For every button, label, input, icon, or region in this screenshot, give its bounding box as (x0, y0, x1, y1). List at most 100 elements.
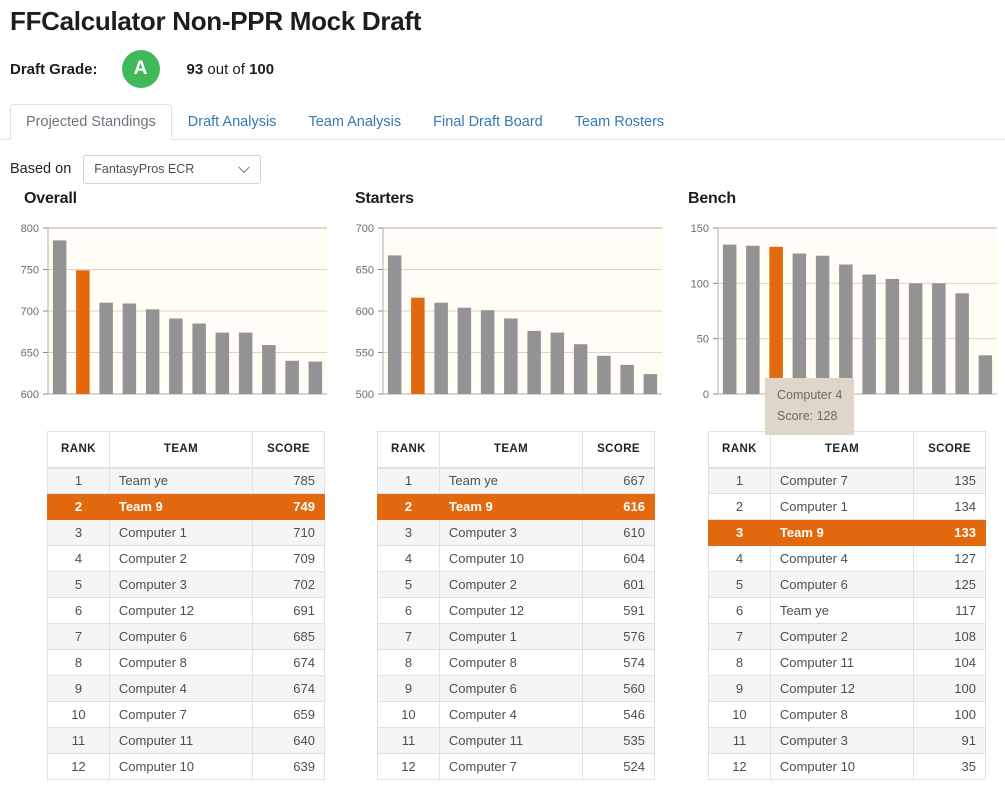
table-header-row: RANK TEAM SCORE (47, 431, 325, 469)
table-row[interactable]: 2 Team 9 749 (47, 493, 325, 520)
table-row[interactable]: 3 Team 9 133 (708, 519, 986, 546)
table-row[interactable]: 8 Computer 11 104 (708, 649, 986, 676)
bar-computer-10[interactable] (308, 361, 323, 394)
table-row[interactable]: 6 Computer 12 591 (377, 597, 655, 624)
column-header-score[interactable]: SCORE (252, 431, 325, 469)
tab-final-draft-board[interactable]: Final Draft Board (417, 104, 559, 140)
bar-computer-10[interactable] (978, 355, 993, 394)
table-row[interactable]: 2 Computer 1 134 (708, 493, 986, 520)
grade-out-of-word: out of (207, 60, 245, 78)
bar-computer-12[interactable] (169, 318, 183, 395)
bar-computer-6[interactable] (573, 344, 588, 394)
table-row[interactable]: 6 Computer 12 691 (47, 597, 325, 624)
table-row[interactable]: 7 Computer 6 685 (47, 623, 325, 650)
table-row[interactable]: 11 Computer 3 91 (708, 727, 986, 754)
bar-computer-12[interactable] (908, 283, 923, 394)
table-row[interactable]: 10 Computer 4 546 (377, 701, 655, 728)
table-row[interactable]: 7 Computer 1 576 (377, 623, 655, 650)
bar-computer-4[interactable] (597, 355, 611, 394)
based-on-row: Based on FantasyPros ECR (10, 154, 1005, 184)
bar-computer-4[interactable] (792, 253, 807, 395)
bar-team-ye[interactable] (839, 264, 853, 395)
column-header-score[interactable]: SCORE (582, 431, 655, 469)
table-row[interactable]: 9 Computer 12 100 (708, 675, 986, 702)
table-row[interactable]: 5 Computer 2 601 (377, 571, 655, 598)
column-header-rank[interactable]: RANK (377, 431, 440, 469)
column-header-team[interactable]: TEAM (438, 431, 584, 469)
bar-computer-11[interactable] (285, 360, 299, 394)
bar-computer-2[interactable] (480, 310, 495, 394)
bar-team-ye[interactable] (52, 240, 67, 394)
bar-computer-12[interactable] (504, 318, 518, 395)
bar-computer-7[interactable] (722, 244, 737, 394)
bar-computer-2[interactable] (122, 303, 137, 395)
table-row[interactable]: 8 Computer 8 574 (377, 649, 655, 676)
bar-computer-11[interactable] (620, 364, 634, 394)
y-axis-tick-label: 50 (697, 334, 709, 346)
column-header-rank[interactable]: RANK (708, 431, 771, 469)
bar-computer-6[interactable] (192, 323, 206, 395)
table-row[interactable]: 5 Computer 3 702 (47, 571, 325, 598)
chart-starters[interactable]: 500 550 600 650 700 (345, 218, 670, 408)
table-row[interactable]: 6 Team ye 117 (708, 597, 986, 624)
table-row[interactable]: 11 Computer 11 535 (377, 727, 655, 754)
table-row[interactable]: 3 Computer 3 610 (377, 519, 655, 546)
tab-team-analysis[interactable]: Team Analysis (292, 104, 417, 140)
table-row[interactable]: 2 Team 9 616 (377, 493, 655, 520)
tab-team-rosters[interactable]: Team Rosters (559, 104, 680, 140)
bar-team-9[interactable] (769, 246, 783, 394)
table-row[interactable]: 1 Team ye 785 (47, 467, 325, 494)
chart-bench[interactable]: 0 50 100 150 (680, 218, 1005, 408)
column-header-team[interactable]: TEAM (108, 431, 254, 469)
cell-score: 135 (913, 467, 986, 494)
bar-computer-1[interactable] (99, 302, 113, 394)
bar-computer-11[interactable] (885, 278, 900, 394)
table-row[interactable]: 10 Computer 7 659 (47, 701, 325, 728)
bar-team-9[interactable] (411, 297, 425, 394)
table-row[interactable]: 3 Computer 1 710 (47, 519, 325, 546)
table-row[interactable]: 1 Team ye 667 (377, 467, 655, 494)
bar-computer-8[interactable] (932, 283, 946, 394)
cell-rank: 9 (708, 675, 771, 702)
bar-computer-6[interactable] (815, 255, 830, 394)
cell-team: Computer 11 (769, 649, 915, 676)
based-on-select[interactable]: FantasyPros ECR (83, 154, 262, 184)
bar-team-9[interactable] (76, 270, 90, 394)
bar-computer-2[interactable] (862, 274, 876, 395)
bar-computer-7[interactable] (643, 374, 658, 394)
bar-computer-4[interactable] (238, 332, 253, 394)
column-header-score[interactable]: SCORE (913, 431, 986, 469)
tab-draft-analysis[interactable]: Draft Analysis (172, 104, 293, 140)
table-row[interactable]: 9 Computer 6 560 (377, 675, 655, 702)
tab-projected-standings[interactable]: Projected Standings (10, 104, 172, 140)
bar-computer-3[interactable] (434, 302, 448, 394)
cell-team: Computer 3 (438, 519, 584, 546)
bar-team-ye[interactable] (387, 255, 402, 394)
table-row[interactable]: 8 Computer 8 674 (47, 649, 325, 676)
table-row[interactable]: 12 Computer 10 35 (708, 753, 986, 780)
bar-computer-7[interactable] (262, 345, 276, 394)
table-row[interactable]: 12 Computer 7 524 (377, 753, 655, 780)
table-row[interactable]: 11 Computer 11 640 (47, 727, 325, 754)
column-header-team[interactable]: TEAM (769, 431, 915, 469)
table-row[interactable]: 4 Computer 4 127 (708, 545, 986, 572)
bar-computer-10[interactable] (457, 307, 472, 394)
table-row[interactable]: 5 Computer 6 125 (708, 571, 986, 598)
bar-computer-1[interactable] (527, 330, 541, 394)
table-row[interactable]: 4 Computer 10 604 (377, 545, 655, 572)
table-row[interactable]: 10 Computer 8 100 (708, 701, 986, 728)
chart-overall[interactable]: 600 650 700 750 800 (10, 218, 335, 408)
table-row[interactable]: 12 Computer 10 639 (47, 753, 325, 780)
bar-computer-3[interactable] (955, 293, 969, 394)
table-row[interactable]: 7 Computer 2 108 (708, 623, 986, 650)
bar-computer-8[interactable] (215, 332, 230, 394)
cell-rank: 8 (708, 649, 771, 676)
table-row[interactable]: 9 Computer 4 674 (47, 675, 325, 702)
table-row[interactable]: 4 Computer 2 709 (47, 545, 325, 572)
column-header-rank[interactable]: RANK (47, 431, 110, 469)
bar-computer-8[interactable] (550, 332, 565, 394)
cell-team: Computer 7 (769, 467, 915, 494)
bar-computer-1[interactable] (746, 245, 760, 394)
bar-computer-3[interactable] (145, 309, 160, 394)
table-row[interactable]: 1 Computer 7 135 (708, 467, 986, 494)
